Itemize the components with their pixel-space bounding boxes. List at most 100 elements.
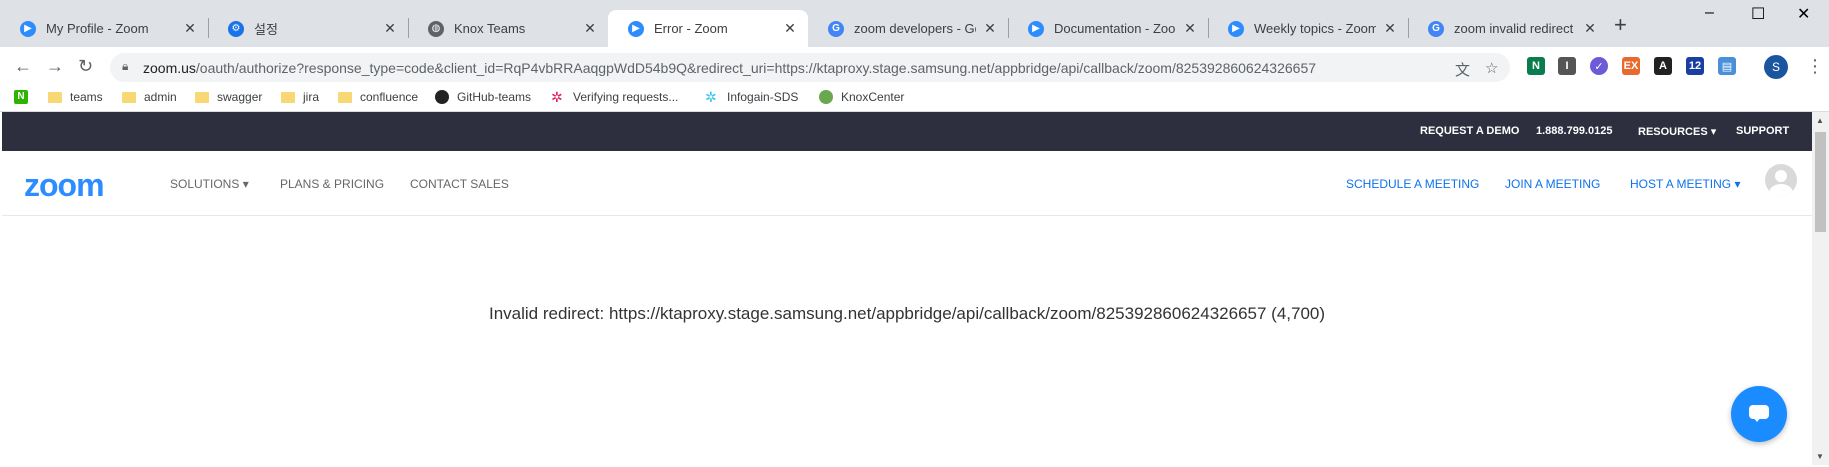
solutions-label: SOLUTIONS (170, 177, 240, 191)
phone-link[interactable]: 1.888.799.0125 (1536, 125, 1612, 137)
zoom-logo[interactable]: zoom (24, 167, 105, 204)
extension-icon[interactable]: I (1558, 57, 1576, 75)
maximize-button[interactable]: ☐ (1751, 4, 1765, 24)
tab-knox-teams[interactable]: ◍ Knox Teams ✕ (408, 10, 608, 47)
extension-icon[interactable]: N (1527, 57, 1545, 75)
extension-icon[interactable]: A (1654, 57, 1672, 75)
tab-strip: ▶ My Profile - Zoom ✕ ⚙ 설정 ✕ ◍ Knox Team… (0, 0, 1829, 47)
host-meeting-label: HOST A MEETING (1630, 177, 1732, 191)
user-avatar-icon[interactable] (1765, 164, 1797, 196)
tab-zoom-invalid-redirect[interactable]: G zoom invalid redirect (47 ✕ (1408, 10, 1608, 47)
bookmark-confluence[interactable]: confluence (338, 90, 418, 104)
scroll-up-icon[interactable]: ▲ (1816, 116, 1824, 125)
tab-settings[interactable]: ⚙ 설정 ✕ (208, 10, 408, 47)
bookmark-label: teams (70, 90, 103, 104)
folder-icon (195, 92, 209, 103)
chat-button[interactable] (1731, 386, 1787, 442)
bookmark-github-teams[interactable]: GitHub-teams (435, 90, 531, 104)
zoom-icon: ▶ (628, 20, 644, 37)
tab-title: zoom invalid redirect (47 (1454, 21, 1576, 36)
bookmarks-bar: N teams admin swagger jira confluence Gi… (0, 87, 1829, 112)
error-message: Invalid redirect: https://ktaproxy.stage… (488, 304, 1326, 323)
zoom-top-bar: REQUEST A DEMO 1.888.799.0125 RESOURCES … (2, 112, 1812, 151)
browser-toolbar: ← → ↻ 🔒︎ zoom.us/oauth/authorize?respons… (0, 47, 1829, 87)
bookmark-swagger[interactable]: swagger (195, 90, 262, 104)
solutions-menu[interactable]: SOLUTIONS ▾ (170, 177, 249, 191)
url-path: /oauth/authorize?response_type=code&clie… (195, 60, 1317, 76)
schedule-meeting-link[interactable]: SCHEDULE A MEETING (1346, 177, 1479, 191)
tab-documentation[interactable]: ▶ Documentation - Zoom ✕ (1008, 10, 1208, 47)
close-icon[interactable]: ✕ (182, 20, 198, 37)
page-scrollbar[interactable]: ▲ ▼ (1812, 112, 1829, 465)
translate-icon[interactable]: 文 (1455, 59, 1470, 80)
join-meeting-link[interactable]: JOIN A MEETING (1505, 177, 1600, 191)
bookmark-label: jira (303, 90, 320, 104)
close-icon[interactable]: ✕ (1382, 20, 1398, 37)
bookmark-jira[interactable]: jira (281, 90, 319, 104)
close-icon[interactable]: ✕ (982, 20, 998, 37)
host-meeting-menu[interactable]: HOST A MEETING ▾ (1630, 177, 1741, 191)
tab-zoom-developers[interactable]: G zoom developers - Goog ✕ (808, 10, 1008, 47)
close-icon[interactable]: ✕ (382, 20, 398, 37)
bookmark-admin[interactable]: admin (122, 90, 177, 104)
tab-title: 설정 (254, 22, 278, 37)
star-icon[interactable]: ☆ (1485, 59, 1498, 77)
bookmark-label: KnoxCenter (841, 90, 905, 104)
naver-icon: N (14, 90, 28, 104)
scroll-down-icon[interactable]: ▼ (1816, 452, 1824, 461)
lock-icon[interactable]: 🔒︎ (122, 59, 128, 74)
url-text[interactable]: zoom.us/oauth/authorize?response_type=co… (143, 60, 1316, 76)
bookmark-infogain-sds[interactable]: ✲ Infogain-SDS (705, 90, 798, 104)
menu-icon[interactable]: ⋮ (1806, 56, 1824, 77)
zoom-main-nav: zoom SOLUTIONS ▾ PLANS & PRICING CONTACT… (2, 151, 1812, 216)
reload-icon[interactable]: ↻ (78, 56, 93, 77)
slack-icon: ✲ (551, 89, 563, 105)
resources-menu[interactable]: RESOURCES ▾ (1638, 125, 1716, 138)
tab-title: Error - Zoom (654, 21, 728, 36)
scroll-thumb[interactable] (1815, 132, 1826, 232)
forward-icon[interactable]: → (46, 56, 64, 77)
tab-title: Knox Teams (454, 21, 526, 36)
close-icon[interactable]: ✕ (1182, 20, 1198, 37)
bookmark-teams[interactable]: teams (48, 90, 103, 104)
google-icon: G (1428, 20, 1444, 37)
minimize-button[interactable]: – (1705, 4, 1714, 22)
folder-icon (338, 92, 352, 103)
bookmark-naver[interactable]: N (14, 90, 36, 104)
folder-icon (48, 92, 62, 103)
plans-pricing-link[interactable]: PLANS & PRICING (280, 177, 384, 191)
bookmark-knoxcenter[interactable]: KnoxCenter (819, 90, 904, 104)
close-icon[interactable]: ✕ (582, 20, 598, 37)
close-icon[interactable]: ✕ (782, 20, 798, 37)
tab-title: zoom developers - Goog (854, 21, 976, 36)
bookmark-label: swagger (217, 90, 263, 104)
resources-label: RESOURCES (1638, 126, 1708, 138)
zoom-icon: ▶ (1228, 20, 1244, 37)
zoom-icon: ▶ (1028, 20, 1044, 37)
request-demo-link[interactable]: REQUEST A DEMO (1420, 125, 1519, 137)
support-link[interactable]: SUPPORT (1736, 125, 1789, 137)
knox-icon (819, 90, 833, 104)
extension-icon[interactable]: ✓ (1590, 57, 1608, 75)
globe-icon: ◍ (428, 20, 444, 37)
caret-down-icon: ▾ (1734, 177, 1741, 191)
new-tab-button[interactable]: + (1614, 12, 1627, 38)
tab-my-profile[interactable]: ▶ My Profile - Zoom ✕ (0, 10, 208, 47)
contact-sales-link[interactable]: CONTACT SALES (410, 177, 509, 191)
tab-title: My Profile - Zoom (46, 21, 149, 36)
extension-icon[interactable]: EX (1622, 57, 1640, 75)
bookmark-label: GitHub-teams (457, 90, 532, 104)
address-bar[interactable]: 🔒︎ zoom.us/oauth/authorize?response_type… (110, 53, 1510, 82)
extension-icon[interactable]: ▤ (1718, 57, 1736, 75)
extension-badge[interactable]: 12 (1686, 57, 1704, 75)
profile-avatar[interactable]: S (1764, 55, 1788, 79)
close-icon[interactable]: ✕ (1582, 20, 1598, 37)
tab-error-zoom[interactable]: ▶ Error - Zoom ✕ (608, 10, 808, 47)
close-window-button[interactable]: ✕ (1797, 4, 1810, 24)
back-icon[interactable]: ← (14, 56, 32, 77)
bookmark-verifying-requests[interactable]: ✲ Verifying requests... (551, 90, 678, 104)
bookmark-label: Verifying requests... (573, 90, 679, 104)
url-host: zoom.us (143, 60, 196, 76)
tab-title: Documentation - Zoom (1054, 21, 1176, 36)
tab-weekly-topics[interactable]: ▶ Weekly topics - Zoom D ✕ (1208, 10, 1408, 47)
